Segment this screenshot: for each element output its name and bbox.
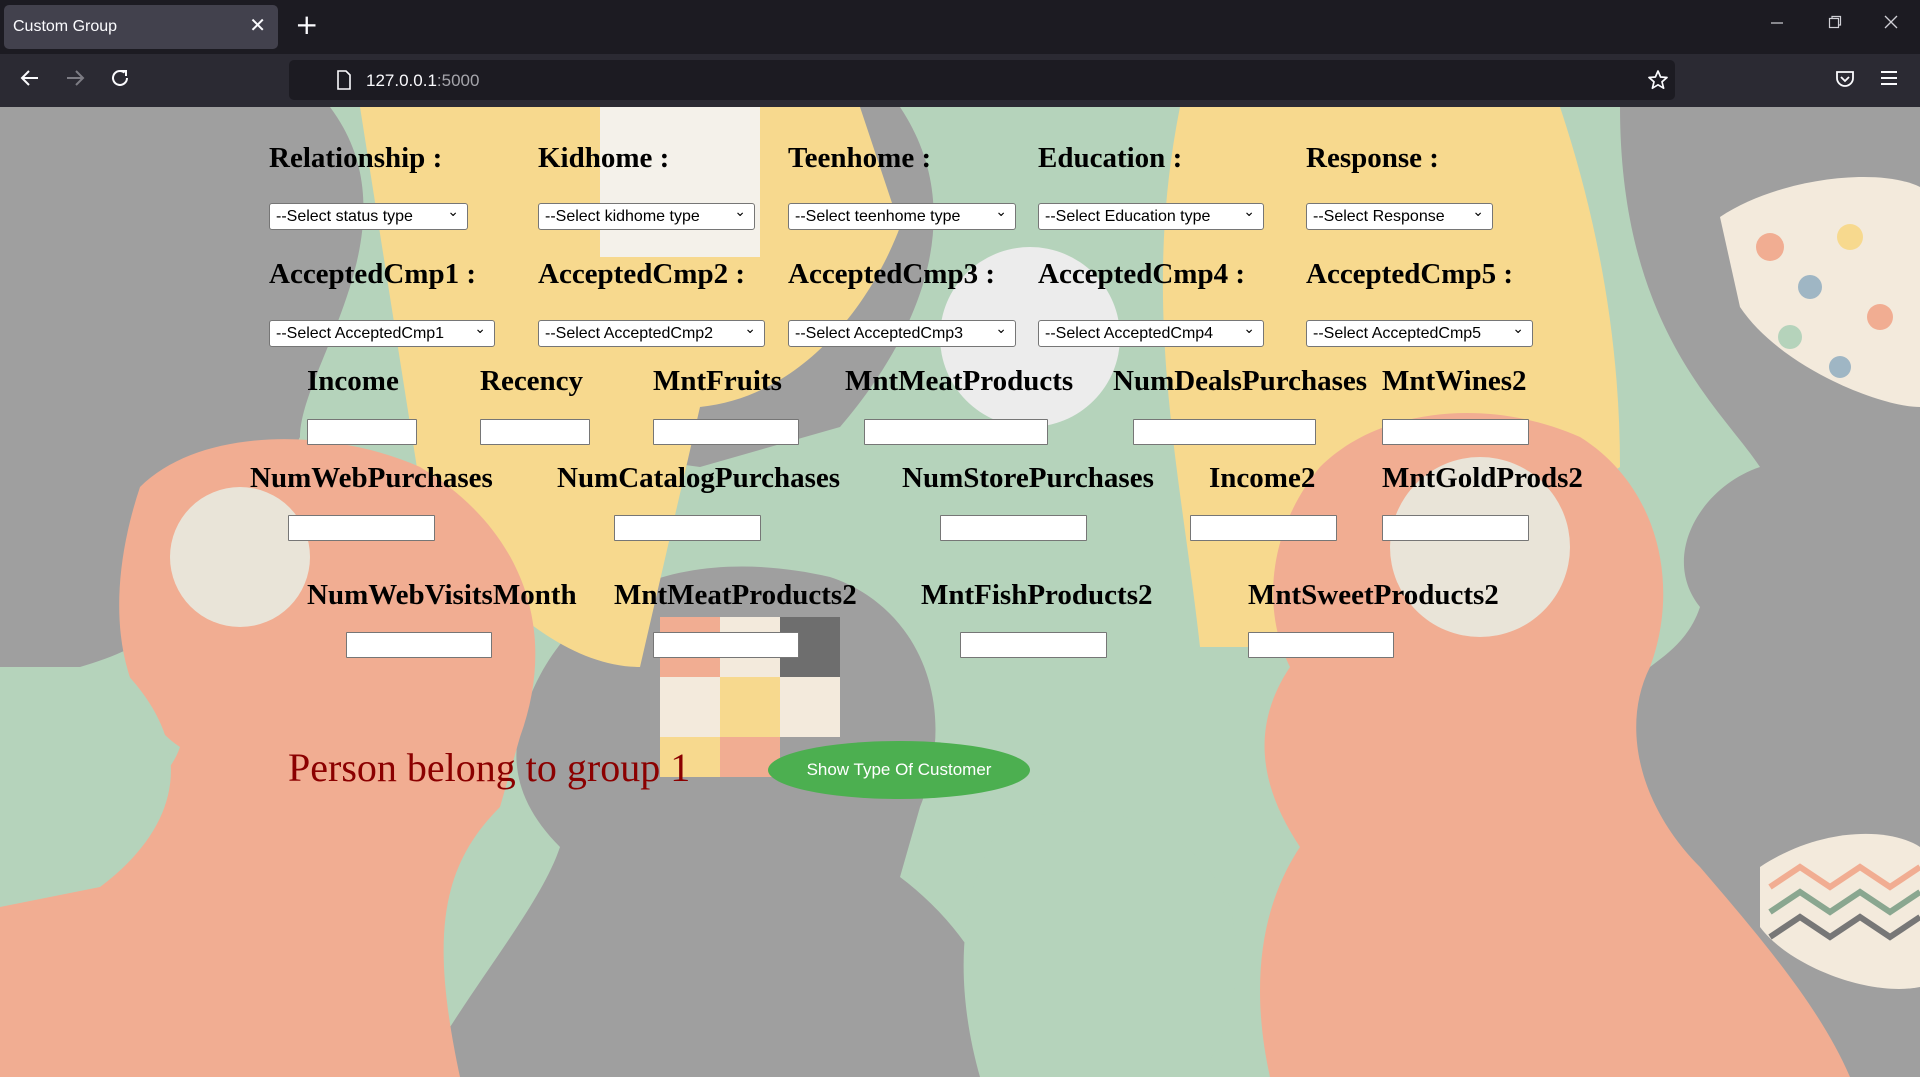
mntfruits-input[interactable] [653,419,799,445]
teenhome-select-value: --Select teenhome type [795,208,961,225]
mntsweetproducts2-label: MntSweetProducts2 [1248,579,1499,611]
pocket-icon[interactable] [1834,68,1856,94]
numcatalogpurchases-input[interactable] [614,515,761,541]
browser-tab[interactable]: Custom Group ✕ [4,5,278,49]
hamburger-menu-icon[interactable] [1879,68,1899,92]
restore-icon[interactable] [1828,14,1842,34]
mntmeatproducts2-input[interactable] [653,632,799,658]
acceptedcmp2-select[interactable]: --Select AcceptedCmp2 ⌄ [538,320,765,347]
numwebvisitsmonth-input[interactable] [346,632,492,658]
acceptedcmp1-select-value: --Select AcceptedCmp1 [276,325,445,342]
numdealspurchases-label: NumDealsPurchases [1113,365,1368,397]
mntfishproducts2-input[interactable] [960,632,1107,658]
income-label: Income [307,365,399,397]
chevron-down-icon: ⌄ [995,321,1007,337]
url-port: :5000 [436,71,480,90]
kidhome-label: Kidhome : [538,142,670,174]
mntgoldprods2-label: MntGoldProds2 [1382,462,1583,494]
acceptedcmp3-select-value: --Select AcceptedCmp3 [795,325,964,342]
back-arrow-icon[interactable] [18,66,42,94]
kidhome-select-value: --Select kidhome type [545,208,700,225]
chevron-down-icon: ⌄ [744,321,756,337]
acceptedcmp4-select[interactable]: --Select AcceptedCmp4 ⌄ [1038,320,1264,347]
forward-arrow-icon[interactable] [63,66,87,94]
numwebpurchases-input[interactable] [288,515,435,541]
mntwines2-input[interactable] [1382,419,1529,445]
chevron-down-icon: ⌄ [734,204,746,220]
mntfruits-label: MntFruits [653,365,782,397]
acceptedcmp1-label: AcceptedCmp1 : [269,258,476,290]
acceptedcmp4-select-value: --Select AcceptedCmp4 [1045,325,1214,342]
mntfishproducts2-label: MntFishProducts2 [921,579,1153,611]
prediction-result: Person belong to group 1 [288,745,691,790]
teenhome-select[interactable]: --Select teenhome type ⌄ [788,203,1016,230]
education-label: Education : [1038,142,1183,174]
new-tab-icon[interactable]: + [295,11,318,39]
tab-bar: Custom Group ✕ + [0,0,1920,54]
kidhome-select[interactable]: --Select kidhome type ⌄ [538,203,755,230]
chevron-down-icon: ⌄ [447,204,459,220]
url-bar[interactable]: 127.0.0.1:5000 [289,60,1675,100]
numwebvisitsmonth-label: NumWebVisitsMonth [307,579,577,611]
numstorepurchases-label: NumStorePurchases [902,462,1154,494]
teenhome-label: Teenhome : [788,142,932,174]
mntwines2-label: MntWines2 [1382,365,1527,397]
relationship-select[interactable]: --Select status type ⌄ [269,203,468,230]
income-input[interactable] [307,419,417,445]
navigation-toolbar: 127.0.0.1:5000 [0,54,1920,107]
acceptedcmp5-select[interactable]: --Select AcceptedCmp5 ⌄ [1306,320,1533,347]
star-icon[interactable] [1647,69,1669,96]
response-select[interactable]: --Select Response ⌄ [1306,203,1493,230]
url-host: 127.0.0.1 [366,71,437,90]
reload-icon[interactable] [108,66,132,94]
tab-title: Custom Group [13,18,118,35]
page-icon[interactable] [336,70,352,95]
numstorepurchases-input[interactable] [940,515,1087,541]
chevron-down-icon: ⌄ [995,204,1007,220]
acceptedcmp3-select[interactable]: --Select AcceptedCmp3 ⌄ [788,320,1016,347]
recency-input[interactable] [480,419,590,445]
chevron-down-icon: ⌄ [1243,321,1255,337]
show-customer-type-button[interactable]: Show Type Of Customer [768,741,1030,799]
numcatalogpurchases-label: NumCatalogPurchases [557,462,841,494]
acceptedcmp2-select-value: --Select AcceptedCmp2 [545,325,714,342]
chevron-down-icon: ⌄ [1512,321,1524,337]
mntmeatproducts-input[interactable] [864,419,1048,445]
response-label: Response : [1306,142,1439,174]
mntsweetproducts2-input[interactable] [1248,632,1394,658]
tab-close-icon[interactable]: ✕ [249,15,266,35]
chevron-down-icon: ⌄ [474,321,486,337]
minimize-icon[interactable] [1770,14,1784,34]
acceptedcmp5-select-value: --Select AcceptedCmp5 [1313,325,1482,342]
education-select[interactable]: --Select Education type ⌄ [1038,203,1264,230]
acceptedcmp1-select[interactable]: --Select AcceptedCmp1 ⌄ [269,320,495,347]
relationship-label: Relationship : [269,142,443,174]
numdealspurchases-input[interactable] [1133,419,1316,445]
close-icon[interactable] [1884,14,1898,34]
education-select-value: --Select Education type [1045,208,1211,225]
url-text: 127.0.0.1:5000 [366,71,479,91]
mntgoldprods2-input[interactable] [1382,515,1529,541]
mntmeatproducts2-label: MntMeatProducts2 [614,579,857,611]
numwebpurchases-label: NumWebPurchases [250,462,493,494]
relationship-select-value: --Select status type [276,208,413,225]
chevron-down-icon: ⌄ [1243,204,1255,220]
income2-input[interactable] [1190,515,1337,541]
recency-label: Recency [480,365,584,397]
acceptedcmp5-label: AcceptedCmp5 : [1306,258,1513,290]
income2-label: Income2 [1209,462,1316,494]
response-select-value: --Select Response [1313,208,1445,225]
chevron-down-icon: ⌄ [1472,204,1484,220]
mntmeatproducts-label: MntMeatProducts [845,365,1074,397]
acceptedcmp2-label: AcceptedCmp2 : [538,258,745,290]
customer-form: Relationship : --Select status type ⌄ Kid… [0,107,1920,1077]
acceptedcmp4-label: AcceptedCmp4 : [1038,258,1245,290]
acceptedcmp3-label: AcceptedCmp3 : [788,258,995,290]
